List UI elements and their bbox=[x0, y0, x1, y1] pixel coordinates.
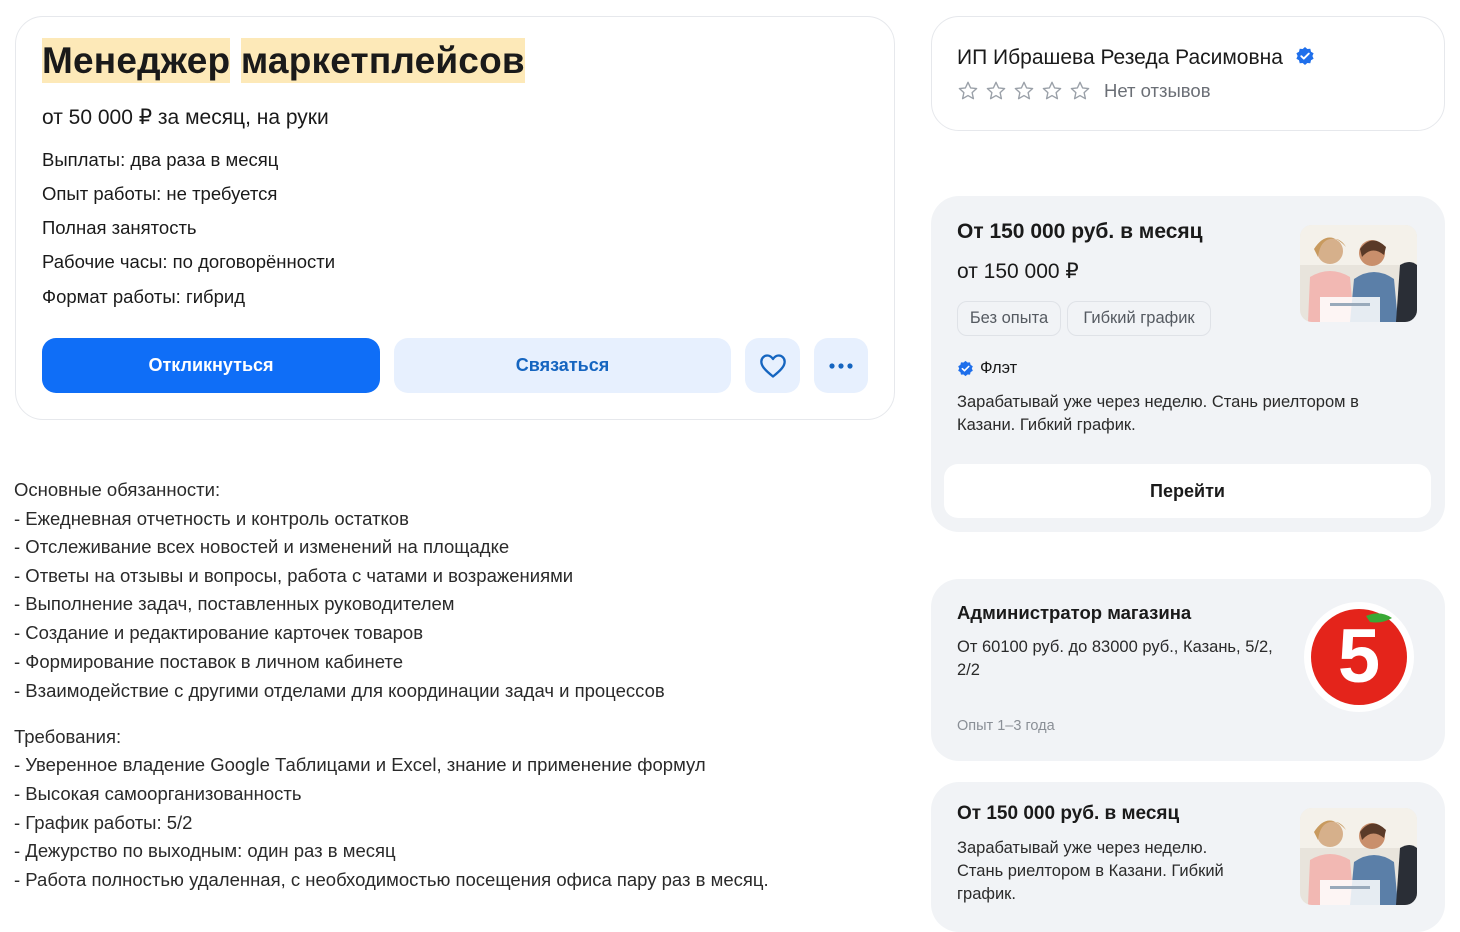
pyaterochka-logo: 5 bbox=[1304, 602, 1414, 712]
duty-item: - Отслеживание всех новостей и изменений… bbox=[14, 536, 510, 557]
verified-badge-icon bbox=[958, 360, 973, 377]
vacancy-detail-format: Формат работы: гибрид bbox=[42, 286, 246, 307]
duties-heading: Основные обязанности: bbox=[14, 479, 221, 500]
requirements-heading: Требования: bbox=[14, 726, 122, 747]
logo-digit: 5 bbox=[1338, 614, 1380, 699]
ad1-company-name: Флэт bbox=[980, 359, 1018, 377]
more-button[interactable] bbox=[814, 338, 868, 393]
employer-card bbox=[931, 16, 1445, 131]
vacancy-title: Менеджер маркетплейсов bbox=[42, 38, 525, 83]
ad2-text: От 60100 руб. до 83000 руб., Казань, 5/2… bbox=[957, 638, 1273, 679]
rating-stars bbox=[957, 80, 1091, 102]
star-icon bbox=[958, 81, 978, 100]
pyaterochka-logo-icon: 5 bbox=[1311, 609, 1407, 705]
vacancy-detail-experience: Опыт работы: не требуется bbox=[42, 183, 278, 204]
ad1-text: Зарабатывай уже через неделю. Стань риел… bbox=[957, 393, 1359, 434]
employer-name-row[interactable]: ИП Ибрашева Резеда Расимовна bbox=[957, 46, 1315, 70]
vacancy-detail-payments: Выплаты: два раза в месяц bbox=[42, 149, 279, 170]
star-icon bbox=[1042, 81, 1062, 100]
ad1-photo bbox=[1300, 225, 1417, 322]
contact-button[interactable]: Связаться bbox=[394, 338, 731, 393]
ad1-photo-image bbox=[1300, 225, 1417, 322]
requirement-item: - Высокая самоорганизованность bbox=[14, 783, 302, 804]
requirement-item: - Уверенное владение Google Таблицами и … bbox=[14, 754, 706, 775]
vacancy-title-word-1: Менеджер bbox=[42, 38, 231, 83]
more-dots-icon bbox=[829, 362, 853, 369]
duty-item: - Ежедневная отчетность и контроль остат… bbox=[14, 508, 409, 529]
respond-button[interactable]: Откликнуться bbox=[42, 338, 380, 393]
star-icon bbox=[1070, 81, 1090, 100]
duty-item: - Ответы на отзывы и вопросы, работа с ч… bbox=[14, 565, 574, 586]
ad2-experience: Опыт 1–3 года bbox=[957, 718, 1055, 734]
heart-icon bbox=[759, 353, 786, 378]
star-icon bbox=[1014, 81, 1034, 100]
duty-item: - Формирование поставок в личном кабинет… bbox=[14, 651, 403, 672]
requirement-item: - Дежурство по выходным: один раз в меся… bbox=[14, 840, 396, 861]
go-button[interactable]: Перейти bbox=[944, 464, 1431, 518]
duty-item: - Взаимодействие с другими отделами для … bbox=[14, 680, 665, 701]
employer-name[interactable]: ИП Ибрашева Резеда Расимовна bbox=[957, 46, 1283, 69]
ad1-company: Флэт bbox=[957, 359, 1017, 378]
favorite-button[interactable] bbox=[745, 338, 800, 393]
ad3-text: Зарабатывай уже через неделю. Стань риел… bbox=[957, 839, 1224, 903]
ad3-title[interactable]: От 150 000 руб. в месяц bbox=[957, 803, 1179, 825]
requirement-item: - Работа полностью удаленная, с необходи… bbox=[14, 869, 769, 890]
vacancy-detail-hours: Рабочие часы: по договорённости bbox=[42, 251, 336, 272]
duty-item: - Выполнение задач, поставленных руковод… bbox=[14, 593, 455, 614]
vacancy-title-word-2: маркетплейсов bbox=[240, 38, 525, 83]
ad3-photo bbox=[1300, 808, 1417, 905]
ad2-title[interactable]: Администратор магазина bbox=[957, 602, 1191, 624]
vacancy-detail-employment: Полная занятость bbox=[42, 217, 197, 238]
ad1-title[interactable]: От 150 000 руб. в месяц bbox=[957, 220, 1203, 244]
ad1-tag-no-experience: Без опыта bbox=[957, 301, 1061, 336]
ad1-salary: от 150 000 ₽ bbox=[957, 260, 1079, 283]
verified-badge-icon bbox=[1296, 47, 1314, 65]
star-icon bbox=[986, 81, 1006, 100]
vacancy-salary: от 50 000 ₽ за месяц, на руки bbox=[42, 106, 329, 129]
requirement-item: - График работы: 5/2 bbox=[14, 812, 193, 833]
ad3-photo-image bbox=[1300, 808, 1417, 905]
ad1-tag-flexible-schedule: Гибкий график bbox=[1067, 301, 1211, 336]
duty-item: - Создание и редактирование карточек тов… bbox=[14, 622, 424, 643]
reviews-link[interactable]: Нет отзывов bbox=[1104, 80, 1211, 102]
